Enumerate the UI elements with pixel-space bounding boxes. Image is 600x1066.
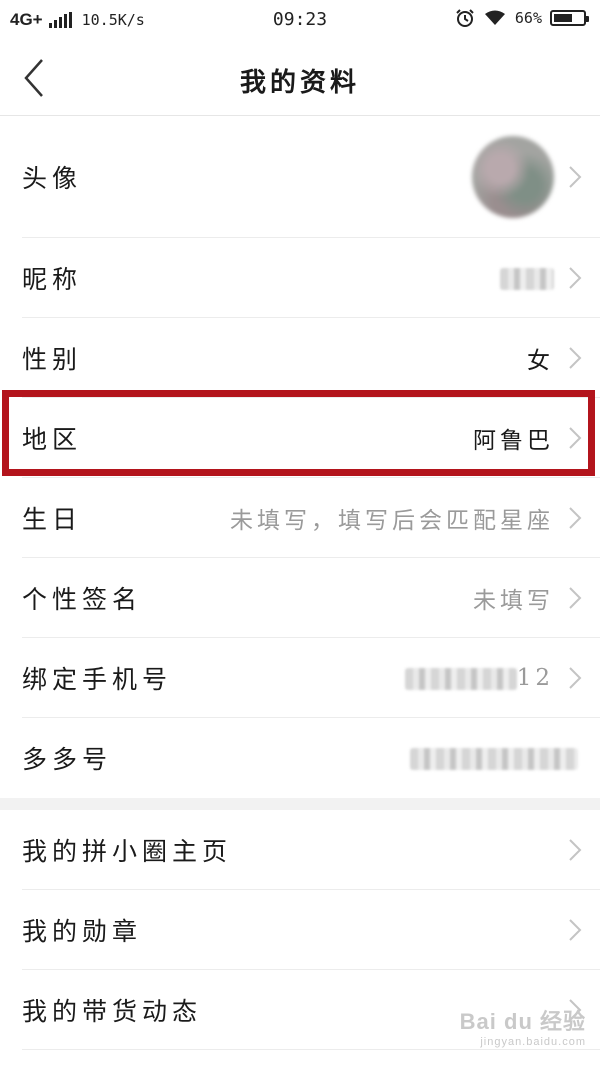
row-duoduo-id[interactable]: 多多号 xyxy=(22,718,600,798)
row-birthday[interactable]: 生日 未填写，填写后会匹配星座 xyxy=(22,478,600,558)
chevron-right-icon xyxy=(569,838,582,861)
region-value: 阿鲁巴 xyxy=(473,427,554,454)
row-label: 地区 xyxy=(22,424,83,454)
chevron-right-icon xyxy=(569,346,582,369)
watermark: Bai du 经验 jingyan.baidu.com xyxy=(460,1004,586,1048)
chevron-right-icon xyxy=(569,918,582,941)
nav-bar: 我的资料 xyxy=(0,40,600,116)
row-label: 性别 xyxy=(22,344,83,374)
row-label: 我的拼小圈主页 xyxy=(22,836,233,866)
section-divider xyxy=(0,798,600,810)
row-label: 昵称 xyxy=(22,264,83,294)
gender-value: 女 xyxy=(527,347,554,374)
profile-list: 头像 昵称 性别 女 地区 阿鲁巴 生日 未填写，填写后会匹配星座 个性签名 未… xyxy=(0,116,600,798)
watermark-sub: jingyan.baidu.com xyxy=(480,1036,586,1048)
alarm-icon xyxy=(456,9,474,27)
row-label: 我的勋章 xyxy=(22,916,143,946)
row-signature[interactable]: 个性签名 未填写 xyxy=(22,558,600,638)
row-gender[interactable]: 性别 女 xyxy=(22,318,600,398)
chevron-right-icon xyxy=(569,506,582,529)
row-my-badges[interactable]: 我的勋章 xyxy=(22,890,600,970)
row-pinxiaoquan-home[interactable]: 我的拼小圈主页 xyxy=(22,810,600,890)
row-label: 头像 xyxy=(22,163,83,193)
chevron-right-icon xyxy=(569,426,582,449)
row-nickname[interactable]: 昵称 xyxy=(22,238,600,318)
nickname-value-blurred xyxy=(500,265,554,291)
birthday-value: 未填写，填写后会匹配星座 xyxy=(230,507,554,534)
chevron-right-icon xyxy=(569,586,582,609)
row-avatar[interactable]: 头像 xyxy=(22,116,600,238)
battery-percent: 66% xyxy=(514,9,542,27)
row-label: 生日 xyxy=(22,504,83,534)
phone-value-suffix: 12 xyxy=(516,664,554,691)
row-region[interactable]: 地区 阿鲁巴 xyxy=(22,398,600,478)
signature-value: 未填写 xyxy=(473,587,554,614)
duoduo-id-value-blurred xyxy=(410,745,578,771)
status-bar: 4G+ 10.5K/s 09:23 66% xyxy=(0,0,600,40)
row-label: 我的带货动态 xyxy=(22,996,203,1026)
watermark-main: Bai du 经验 xyxy=(459,1009,586,1034)
row-phone[interactable]: 绑定手机号 12 xyxy=(22,638,600,718)
phone-value-blurred: 12 xyxy=(404,664,554,691)
page-title: 我的资料 xyxy=(239,68,360,98)
row-label: 绑定手机号 xyxy=(22,664,173,694)
chevron-right-icon xyxy=(569,266,582,289)
wifi-icon xyxy=(484,10,505,25)
avatar xyxy=(472,135,554,218)
row-label: 个性签名 xyxy=(22,584,143,614)
chevron-right-icon xyxy=(569,165,582,188)
battery-icon xyxy=(550,10,589,26)
row-label: 多多号 xyxy=(22,745,113,774)
chevron-right-icon xyxy=(569,666,582,689)
